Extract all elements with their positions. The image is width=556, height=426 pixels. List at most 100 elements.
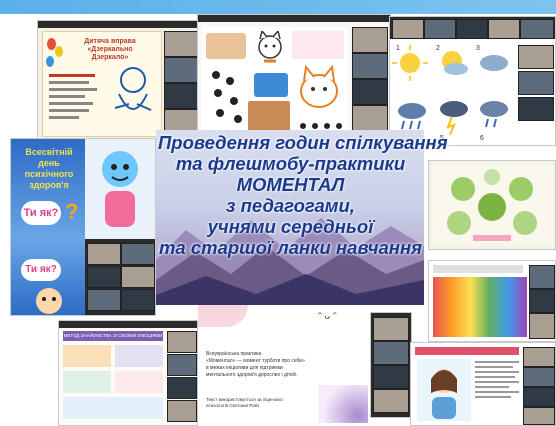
participant-video bbox=[373, 365, 409, 389]
participant-video bbox=[424, 19, 456, 39]
slide-text-lines bbox=[49, 74, 101, 123]
main-title: Проведення годин спілкування та флешмобу… bbox=[158, 132, 448, 258]
participant-video bbox=[456, 19, 488, 39]
slide-heading: Дитяча вправа «Дзеркально Дзеркало» bbox=[84, 38, 136, 61]
participant-video bbox=[523, 347, 555, 367]
slide-panel bbox=[202, 27, 348, 135]
window-titlebar bbox=[59, 321, 197, 328]
cat-box-image bbox=[206, 33, 246, 59]
participant-video bbox=[488, 19, 520, 39]
title-line: Проведення годин спілкування bbox=[158, 132, 448, 153]
window-titlebar bbox=[38, 21, 198, 28]
purple-decor bbox=[318, 385, 368, 423]
participant-video bbox=[518, 71, 554, 95]
weather-number: 2 bbox=[436, 45, 440, 52]
window-titlebar bbox=[198, 15, 390, 22]
participant-video bbox=[529, 265, 555, 289]
slide-title: МЕТОД ЗНАЙОМСТВА ЗІ СВОЇМИ ЕМОЦІЯМИ bbox=[63, 331, 163, 341]
slide-block bbox=[63, 345, 111, 367]
participant-video bbox=[164, 31, 198, 57]
cat-photo-image bbox=[248, 101, 290, 133]
slide-block bbox=[63, 371, 111, 393]
blue-card bbox=[254, 73, 288, 97]
pink-decor bbox=[198, 305, 248, 327]
participant-video bbox=[121, 289, 155, 311]
participants-strip bbox=[390, 17, 555, 39]
weather-number: 1 bbox=[396, 45, 400, 52]
cartoon-character-icon bbox=[102, 151, 138, 227]
sun-cloud-icon bbox=[442, 51, 468, 75]
participant-video bbox=[518, 45, 554, 69]
screenshot-bottom-left: МЕТОД ЗНАЙОМСТВА ЗІ СВОЇМИ ЕМОЦІЯМИ bbox=[58, 320, 198, 426]
participant-video bbox=[352, 105, 388, 131]
screenshot-top-right: 1 2 3 4 5 6 bbox=[389, 16, 556, 146]
emoji-icons bbox=[115, 371, 163, 393]
girl-illustration-icon bbox=[417, 359, 471, 421]
cartoon-face-icon bbox=[36, 288, 62, 314]
question-mark-icon: ? bbox=[65, 199, 79, 224]
participant-video bbox=[121, 243, 155, 265]
slide-panel: Дитяча вправа «Дзеркально Дзеркало» bbox=[42, 31, 162, 137]
title-line: учнями середньої bbox=[207, 216, 374, 237]
title-line: та флешмобу-практики bbox=[175, 153, 406, 174]
participant-video bbox=[373, 389, 409, 413]
participant-video bbox=[164, 57, 198, 83]
screenshot-bottom-center: ᵔ ᴗ ᵔ Всеукраїнська практика «Моментал» … bbox=[198, 305, 368, 423]
storm-cloud-icon bbox=[440, 101, 468, 136]
screenshot-bottom-right-gallery bbox=[370, 312, 412, 418]
cartoon-character-panel bbox=[85, 139, 155, 239]
participant-video bbox=[529, 289, 555, 313]
balloon-icon bbox=[46, 56, 54, 67]
doc-paragraph: Всеукраїнська практика «Моментал» — моме… bbox=[206, 351, 305, 378]
participant-video bbox=[87, 266, 121, 288]
slide-top: Всесвітній день психічного здоров'я Ти я… bbox=[11, 139, 85, 239]
participant-video bbox=[392, 19, 424, 39]
slide-text-lines bbox=[475, 361, 519, 401]
slide-title: Всесвітній день психічного здоров'я bbox=[24, 147, 74, 190]
screenshot-top-center bbox=[197, 14, 391, 142]
colorful-hands-image bbox=[433, 277, 527, 337]
video-gallery bbox=[85, 239, 155, 315]
participant-video bbox=[167, 377, 197, 399]
cat-drawing-icon bbox=[258, 31, 282, 63]
participant-video bbox=[373, 341, 409, 365]
slide-bottom: Ти як? bbox=[11, 239, 85, 315]
rain-cloud-icon bbox=[480, 101, 508, 128]
cloud-icon bbox=[480, 55, 508, 71]
participant-video bbox=[87, 243, 121, 265]
child-drawing bbox=[114, 67, 152, 111]
cat-cartoon-icon bbox=[300, 64, 338, 108]
participant-video bbox=[167, 400, 197, 422]
balloon-icon bbox=[55, 46, 63, 57]
slide-block bbox=[115, 345, 163, 367]
slide-title-bar bbox=[415, 347, 519, 355]
screenshot-right-hands bbox=[428, 260, 556, 342]
cat-paw-icons bbox=[208, 67, 250, 127]
participant-video bbox=[352, 79, 388, 105]
participant-video bbox=[523, 387, 555, 407]
participant-video bbox=[352, 27, 388, 53]
slide-block bbox=[63, 397, 163, 419]
emotion-diagram bbox=[433, 165, 551, 245]
participant-video bbox=[520, 19, 554, 39]
screenshot-top-left: Дитяча вправа «Дзеркально Дзеркало» bbox=[37, 20, 199, 140]
participant-video bbox=[529, 313, 555, 339]
question-bubble: Ти як? bbox=[21, 201, 61, 225]
title-line: з педагогами, bbox=[226, 195, 355, 216]
participant-video bbox=[167, 331, 197, 353]
slide-note bbox=[292, 31, 344, 59]
participant-video bbox=[523, 407, 555, 425]
weather-number: 6 bbox=[480, 135, 484, 142]
screenshot-left: Всесвітній день психічного здоров'я Ти я… bbox=[10, 138, 156, 316]
participant-video bbox=[373, 317, 409, 341]
participant-video bbox=[164, 83, 198, 109]
participant-video bbox=[352, 53, 388, 79]
participant-video bbox=[87, 289, 121, 311]
question-bubble: Ти як? bbox=[21, 259, 61, 281]
weather-number: 3 bbox=[476, 45, 480, 52]
slide-header bbox=[433, 265, 523, 273]
rain-cloud-icon bbox=[398, 103, 426, 130]
top-stripe bbox=[0, 0, 556, 14]
participant-video bbox=[518, 97, 554, 121]
screenshot-bottom-right bbox=[410, 342, 556, 426]
